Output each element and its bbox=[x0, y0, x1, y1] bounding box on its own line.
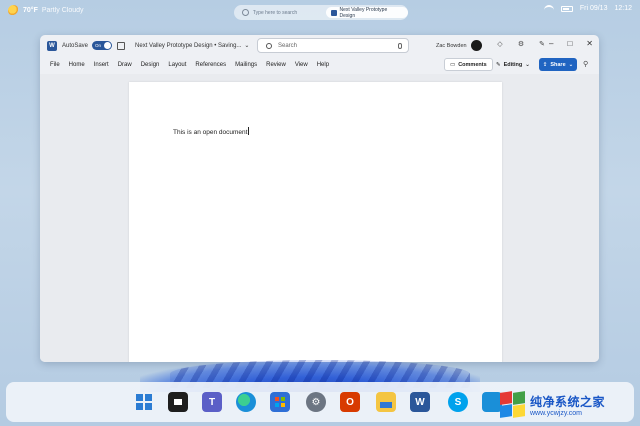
user-name: Zac Bowden bbox=[436, 42, 467, 49]
tab-review[interactable]: Review bbox=[266, 62, 286, 68]
word-window: W AutoSave On Next Valley Prototype Desi… bbox=[40, 35, 599, 362]
document-body[interactable]: This is an open document bbox=[173, 127, 250, 136]
tab-layout[interactable]: Layout bbox=[168, 62, 186, 68]
comments-label: Comments bbox=[458, 61, 487, 68]
edge-icon[interactable] bbox=[236, 392, 256, 412]
pencil-icon: ✎ bbox=[496, 61, 501, 68]
recent-document-label: Next Valley Prototype Design bbox=[339, 6, 388, 19]
watermark-title: 纯净系统之家 bbox=[530, 395, 606, 409]
tab-references[interactable]: References bbox=[195, 62, 226, 68]
share-label: Share bbox=[550, 61, 566, 68]
word-search-input[interactable]: Search bbox=[257, 38, 409, 53]
pen-icon[interactable]: ✎ bbox=[538, 41, 546, 49]
top-search-placeholder: Type here to search bbox=[252, 9, 298, 16]
search-icon bbox=[266, 42, 272, 49]
user-account[interactable]: Zac Bowden bbox=[436, 40, 482, 51]
system-top-bar: 70°F Partly Cloudy Type here to search N… bbox=[0, 0, 640, 24]
text-cursor bbox=[248, 127, 250, 135]
date-label[interactable]: Fri 09/13 bbox=[580, 5, 608, 12]
autosave-state: On bbox=[95, 43, 102, 48]
word-app-icon: W bbox=[47, 40, 57, 51]
tab-draw[interactable]: Draw bbox=[118, 62, 132, 68]
search-icon bbox=[242, 9, 249, 16]
watermark-text: 纯净系统之家 www.ycwjzy.com bbox=[530, 393, 605, 417]
document-page[interactable]: This is an open document bbox=[129, 82, 502, 362]
comments-button[interactable]: ▭ Comments bbox=[444, 58, 493, 71]
editing-mode-button[interactable]: ✎ Editing ⌄ bbox=[492, 58, 534, 71]
autosave-toggle[interactable]: On bbox=[92, 41, 113, 50]
save-icon[interactable] bbox=[117, 41, 126, 50]
partly-cloudy-icon bbox=[8, 5, 19, 16]
word-doc-icon bbox=[330, 9, 337, 16]
chevron-down-icon: ⌄ bbox=[244, 43, 250, 49]
wifi-icon[interactable] bbox=[543, 5, 554, 12]
editing-label: Editing bbox=[503, 61, 523, 68]
diamond-icon[interactable]: ◇ bbox=[496, 41, 504, 49]
tab-help[interactable]: Help bbox=[317, 62, 329, 68]
tab-design[interactable]: Design bbox=[141, 62, 160, 68]
document-canvas: This is an open document bbox=[40, 74, 599, 362]
document-title-text: Next Valley Prototype Design • Saving... bbox=[135, 42, 242, 49]
ribbon-bar: File Home Insert Draw Design Layout Refe… bbox=[40, 56, 599, 74]
word-search-label: Search bbox=[278, 42, 298, 49]
watermark-url: www.ycwjzy.com bbox=[530, 410, 582, 417]
tab-file[interactable]: File bbox=[50, 62, 60, 68]
tab-view[interactable]: View bbox=[295, 62, 308, 68]
word-icon[interactable]: W bbox=[410, 392, 430, 412]
minimize-icon[interactable]: – bbox=[549, 39, 553, 48]
skype-icon[interactable]: S bbox=[448, 392, 468, 412]
close-icon[interactable]: ✕ bbox=[586, 39, 593, 48]
site-watermark: 纯净系统之家 www.ycwjzy.com bbox=[500, 388, 636, 422]
time-label[interactable]: 12:12 bbox=[614, 5, 632, 12]
persona-icon[interactable]: ⚲ bbox=[583, 60, 588, 68]
recent-document-chip[interactable]: Next Valley Prototype Design bbox=[325, 6, 408, 19]
chevron-down-icon: ⌄ bbox=[568, 61, 574, 68]
watermark-logo-icon bbox=[500, 391, 526, 418]
teams-icon[interactable]: T bbox=[202, 392, 222, 412]
settings-gear-icon[interactable]: ⚙ bbox=[517, 41, 525, 49]
battery-icon[interactable] bbox=[560, 5, 573, 12]
tab-mailings[interactable]: Mailings bbox=[235, 62, 257, 68]
system-tray: Fri 09/13 12:12 bbox=[543, 5, 632, 12]
comment-icon: ▭ bbox=[450, 61, 456, 68]
avatar bbox=[470, 40, 482, 51]
ribbon-menu: File Home Insert Draw Design Layout Refe… bbox=[50, 62, 329, 68]
weather-condition: Partly Cloudy bbox=[41, 7, 84, 14]
document-body-text: This is an open document bbox=[173, 129, 248, 136]
window-controls: – □ ✕ bbox=[549, 39, 593, 48]
document-title[interactable]: Next Valley Prototype Design • Saving...… bbox=[135, 42, 250, 50]
office-icon[interactable]: O bbox=[340, 392, 360, 412]
tab-home[interactable]: Home bbox=[69, 62, 85, 68]
share-icon: ⇪ bbox=[542, 61, 548, 68]
file-explorer-icon[interactable] bbox=[376, 392, 396, 412]
title-bar-actions: ◇ ⚙ ✎ bbox=[496, 41, 546, 49]
tab-insert[interactable]: Insert bbox=[94, 62, 109, 68]
store-icon[interactable] bbox=[270, 392, 290, 412]
settings-gear-icon[interactable]: ⚙ bbox=[306, 392, 326, 412]
share-button[interactable]: ⇪ Share ⌄ bbox=[539, 58, 577, 71]
chevron-down-icon: ⌄ bbox=[525, 61, 530, 68]
top-search-bar[interactable]: Type here to search Next Valley Prototyp… bbox=[234, 5, 408, 20]
terminal-icon[interactable] bbox=[168, 392, 188, 412]
toggle-knob bbox=[104, 42, 112, 49]
autosave-label: AutoSave bbox=[62, 42, 89, 49]
title-bar: W AutoSave On Next Valley Prototype Desi… bbox=[40, 35, 599, 56]
weather-temperature: 70°F bbox=[23, 7, 38, 14]
app-icon[interactable] bbox=[482, 392, 502, 412]
maximize-icon[interactable]: □ bbox=[567, 39, 572, 48]
microphone-icon[interactable] bbox=[398, 42, 402, 49]
weather-widget[interactable]: 70°F Partly Cloudy bbox=[8, 5, 84, 16]
start-icon[interactable] bbox=[134, 392, 154, 412]
